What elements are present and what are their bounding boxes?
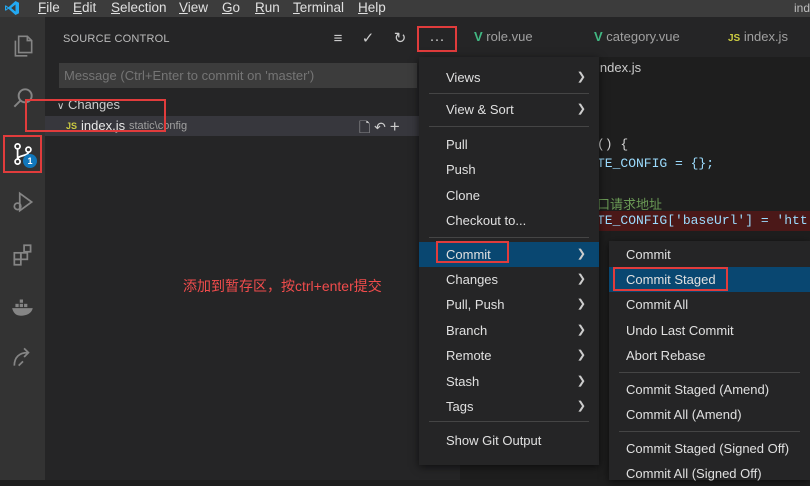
vue-file-icon: V: [594, 29, 603, 44]
tab-category-vue[interactable]: V category.vue: [594, 17, 680, 57]
chevron-right-icon: ❯: [576, 103, 586, 115]
chevron-right-icon: ❯: [576, 298, 586, 310]
menu-item-tags[interactable]: Tags ❯: [419, 394, 599, 419]
code-line-1: () {: [597, 137, 629, 152]
source-control-panel: SOURCE CONTROL ≡ ✓ ↻ ··· ∨ Changes JS in…: [45, 17, 460, 480]
commit-highlight-box: [436, 241, 509, 263]
run-debug-icon[interactable]: [6, 185, 39, 218]
menu-selection[interactable]: Selection: [111, 0, 167, 17]
chevron-right-icon: ❯: [576, 273, 586, 285]
source-control-icon[interactable]: 1: [3, 135, 42, 173]
menu-item-pull[interactable]: Pull: [419, 132, 599, 157]
code-line-2: TE_CONFIG = {};: [597, 156, 715, 171]
open-file-icon[interactable]: 🗋: [359, 119, 370, 135]
chevron-right-icon: ❯: [576, 400, 586, 412]
extensions-icon[interactable]: [6, 238, 39, 271]
remote-icon[interactable]: [6, 340, 39, 373]
submenu-commit-staged-signed-off[interactable]: Commit Staged (Signed Off): [609, 436, 810, 461]
menu-help[interactable]: Help: [358, 0, 386, 17]
commit-check-icon[interactable]: ✓: [358, 28, 378, 48]
docker-icon[interactable]: [6, 289, 39, 322]
menu-item-show-git-output[interactable]: Show Git Output: [419, 428, 599, 453]
menu-edit[interactable]: Edit: [73, 0, 96, 17]
code-line-4: TE_CONFIG['baseUrl'] = 'htt: [597, 213, 808, 228]
panel-title: SOURCE CONTROL: [63, 33, 170, 45]
menu-item-remote[interactable]: Remote ❯: [419, 343, 599, 368]
explorer-icon[interactable]: [6, 29, 39, 62]
menu-item-pull-push[interactable]: Pull, Push ❯: [419, 292, 599, 317]
breadcrumb[interactable]: index.js: [597, 60, 641, 75]
activity-bar: 1: [0, 17, 45, 480]
menu-item-clone[interactable]: Clone: [419, 183, 599, 208]
js-file-icon: JS: [728, 33, 741, 44]
menu-item-views[interactable]: Views ❯: [419, 65, 599, 90]
menu-item-view-sort[interactable]: View & Sort ❯: [419, 97, 599, 122]
vscode-logo-icon: [4, 0, 20, 17]
refresh-icon[interactable]: ↻: [390, 28, 410, 48]
chevron-right-icon: ❯: [576, 349, 586, 361]
menu-item-push[interactable]: Push: [419, 157, 599, 182]
scm-badge: 1: [23, 154, 37, 168]
submenu-commit-staged-amend[interactable]: Commit Staged (Amend): [609, 377, 810, 402]
commit-staged-highlight-box: [613, 267, 728, 291]
file-actions: 🗋 ↶ +: [359, 117, 400, 141]
menu-item-stash[interactable]: Stash ❯: [419, 369, 599, 394]
editor-tabs: V role.vue V category.vue JS index.js: [460, 17, 810, 57]
submenu-commit-all-amend[interactable]: Commit All (Amend): [609, 402, 810, 427]
tab-index-js[interactable]: JS index.js: [728, 17, 788, 57]
submenu-abort-rebase[interactable]: Abort Rebase: [609, 343, 810, 368]
annotation-text: 添加到暂存区，按ctrl+enter提交: [183, 278, 382, 294]
vue-file-icon: V: [474, 29, 483, 44]
submenu-undo-last-commit[interactable]: Undo Last Commit: [609, 318, 810, 343]
chevron-right-icon: ❯: [576, 375, 586, 387]
chevron-right-icon: ❯: [576, 248, 586, 260]
tab-role-vue[interactable]: V role.vue: [474, 17, 533, 57]
menu-run[interactable]: Run: [255, 0, 280, 17]
commit-message-input[interactable]: [59, 63, 417, 88]
more-actions-button[interactable]: ···: [417, 26, 457, 52]
menu-terminal[interactable]: Terminal: [293, 0, 344, 17]
chevron-right-icon: ❯: [576, 71, 586, 83]
window-title: ind: [793, 1, 810, 15]
submenu-commit-all-signed-off[interactable]: Commit All (Signed Off): [609, 461, 810, 486]
submenu-commit-all[interactable]: Commit All: [609, 292, 810, 317]
menu-view[interactable]: View: [179, 0, 208, 17]
menu-item-checkout[interactable]: Checkout to...: [419, 208, 599, 233]
menu-bar: File Edit Selection View Go Run Terminal…: [0, 0, 810, 17]
menu-file[interactable]: File: [38, 0, 60, 17]
chevron-right-icon: ❯: [576, 324, 586, 336]
stage-changes-icon[interactable]: +: [390, 117, 400, 136]
file-highlight-box: [25, 99, 166, 132]
menu-item-branch[interactable]: Branch ❯: [419, 318, 599, 343]
view-as-tree-icon[interactable]: ≡: [328, 28, 348, 48]
menu-go[interactable]: Go: [222, 0, 240, 17]
menu-item-changes[interactable]: Changes ❯: [419, 267, 599, 292]
submenu-commit[interactable]: Commit: [609, 242, 810, 267]
discard-changes-icon[interactable]: ↶: [374, 119, 386, 135]
